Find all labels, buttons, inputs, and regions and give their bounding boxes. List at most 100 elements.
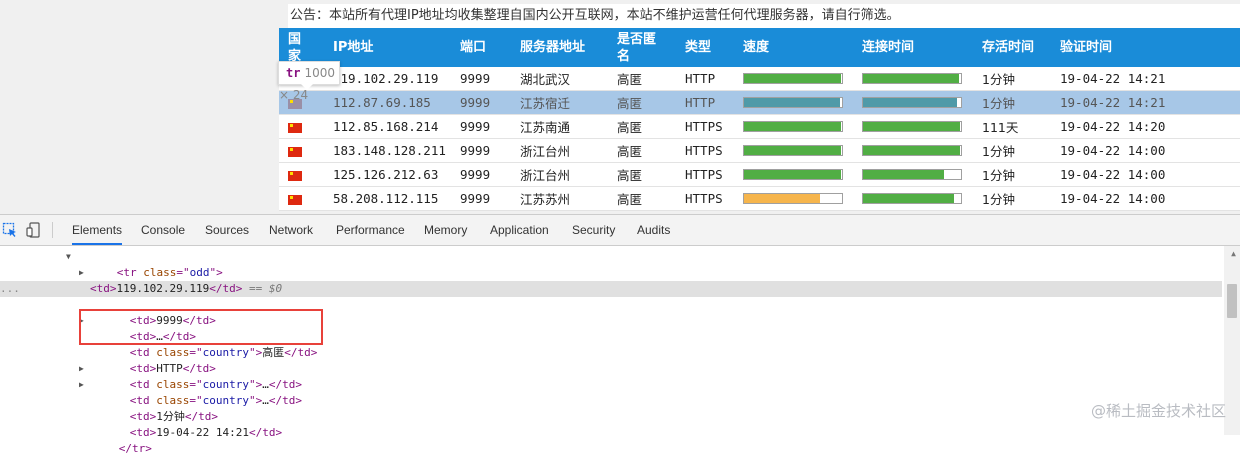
elements-tree: ▼<tr class="odd"> ▶<td class="country">…… xyxy=(0,246,1240,455)
anonymity-cell: 高匿 xyxy=(617,114,685,139)
country-cell xyxy=(279,186,324,211)
speed-bar xyxy=(743,169,843,180)
bar-fill xyxy=(863,74,960,83)
tab-performance[interactable]: Performance xyxy=(336,215,405,245)
ip-cell: 183.148.128.211 xyxy=(324,138,460,163)
ip-cell: 119.102.29.119 xyxy=(324,67,460,91)
dom-node-td-speed[interactable]: ▶ <td class="country">…</td> xyxy=(79,361,302,391)
dom-node-td-alive[interactable]: <td>1分钟</td> xyxy=(90,393,218,423)
table-row[interactable]: 112.85.168.214 9999 江苏南通 高匿 HTTPS 111天 19-04-2… xyxy=(279,114,1240,139)
verify-time-cell: 19-04-22 14:21 xyxy=(1060,90,1240,115)
alive-time-cell: 111天 xyxy=(982,114,1060,139)
dom-node-td-country[interactable]: ▶<td class="country">…</td> xyxy=(79,265,302,295)
bar-fill xyxy=(863,146,961,155)
vertical-scrollbar[interactable]: ▲ xyxy=(1224,246,1240,435)
connect-time-bar xyxy=(862,73,962,84)
china-flag-icon xyxy=(288,146,302,157)
bar-fill xyxy=(863,170,945,179)
watermark: @稀土掘金技术社区 xyxy=(1090,402,1226,420)
anonymity-cell: 高匿 xyxy=(617,90,685,115)
verify-time-cell: 19-04-22 14:00 xyxy=(1060,138,1240,163)
devtools-toolbar: Elements Console Sources Network Perform… xyxy=(0,215,1240,246)
type-cell: HTTP xyxy=(685,90,743,115)
speed-cell xyxy=(743,67,862,91)
port-cell: 9999 xyxy=(460,90,520,115)
table-row[interactable]: 125.126.212.63 9999 浙江台州 高匿 HTTPS 1分钟 19-04-22… xyxy=(279,162,1240,187)
bar-fill xyxy=(863,98,958,107)
ip-cell: 112.85.168.214 xyxy=(324,114,460,139)
table-row[interactable]: 112.87.69.185 9999 江苏宿迁 高匿 HTTP 1分钟 19-04-22 1… xyxy=(279,90,1240,115)
connect-time-bar xyxy=(862,145,962,156)
expand-triangle-icon[interactable]: ▶ xyxy=(79,361,84,377)
tab-memory[interactable]: Memory xyxy=(424,215,467,245)
speed-bar xyxy=(743,145,843,156)
ip-cell: 58.208.112.115 xyxy=(324,186,460,211)
connect-time-bar xyxy=(862,97,962,108)
tab-sources[interactable]: Sources xyxy=(205,215,249,245)
dom-node-td-verified[interactable]: <td>19-04-22 14:21</td> xyxy=(90,409,282,439)
proxy-table: 国家 IP地址 端口 服务器地址 是否匿名 类型 速度 连接时间 存活时间 验证… xyxy=(279,28,1240,211)
connect-time-bar xyxy=(862,121,962,132)
bar-fill xyxy=(744,194,821,203)
header-type: 类型 xyxy=(685,28,743,67)
dom-node-td-type[interactable]: <td>HTTP</td> xyxy=(90,345,216,375)
port-cell: 9999 xyxy=(460,138,520,163)
ip-cell: 112.87.69.185 xyxy=(324,90,460,115)
expand-triangle-icon[interactable]: ▶ xyxy=(79,377,84,393)
bar-fill xyxy=(863,122,961,131)
dom-node-td-connect[interactable]: ▶ <td class="country">…</td> xyxy=(79,377,302,407)
collapse-triangle-icon[interactable]: ▼ xyxy=(66,249,71,265)
inspect-element-icon[interactable] xyxy=(2,222,18,238)
devtools-panel: Elements Console Sources Network Perform… xyxy=(0,214,1240,455)
table-header-row: 国家 IP地址 端口 服务器地址 是否匿名 类型 速度 连接时间 存活时间 验证… xyxy=(279,28,1240,67)
speed-cell xyxy=(743,186,862,211)
speed-cell xyxy=(743,162,862,187)
country-cell xyxy=(279,114,324,139)
scrollbar-thumb[interactable] xyxy=(1227,284,1237,318)
device-toolbar-icon[interactable] xyxy=(26,222,42,238)
speed-cell xyxy=(743,90,862,115)
bar-fill xyxy=(744,74,842,83)
table-row[interactable]: 183.148.128.211 9999 浙江台州 高匿 HTTPS 1分钟 19-04-2… xyxy=(279,138,1240,163)
table-row[interactable]: 119.102.29.119 9999 湖北武汉 高匿 HTTP 1分钟 19-04-22 … xyxy=(279,67,1240,91)
connect-time-bar xyxy=(862,193,962,204)
tab-elements[interactable]: Elements xyxy=(72,215,123,245)
type-cell: HTTPS xyxy=(685,186,743,211)
port-cell: 9999 xyxy=(460,186,520,211)
notice-banner: 公告：本站所有代理IP地址均收集整理自国内公开互联网，本站不维护运营任何代理服务… xyxy=(288,4,1240,28)
header-location: 服务器地址 xyxy=(520,28,617,67)
country-cell xyxy=(279,162,324,187)
verify-time-cell: 19-04-22 14:00 xyxy=(1060,162,1240,187)
tab-application[interactable]: Application xyxy=(490,215,549,245)
element-size-tooltip: tr 1000 × 24 xyxy=(278,61,340,102)
header-ip: IP地址 xyxy=(324,28,460,67)
location-cell: 江苏宿迁 xyxy=(520,90,617,115)
tab-network[interactable]: Network xyxy=(269,215,313,245)
dom-node-tr-close[interactable]: </tr> xyxy=(79,425,152,455)
table-row[interactable]: 58.208.112.115 9999 江苏苏州 高匿 HTTPS 1分钟 19-04-22… xyxy=(279,186,1240,211)
dom-node-tr[interactable]: ▼ <tr class="odd"> xyxy=(66,249,223,279)
port-cell: 9999 xyxy=(460,114,520,139)
tab-console[interactable]: Console xyxy=(141,215,185,245)
tab-audits[interactable]: Audits xyxy=(637,215,670,245)
speed-bar xyxy=(743,193,843,204)
china-flag-icon xyxy=(288,122,302,133)
location-cell: 江苏苏州 xyxy=(520,186,617,211)
dom-node-td-ip-selected[interactable]: ... <td>119.102.29.119</td> == $0 xyxy=(0,281,1222,297)
tab-security[interactable]: Security xyxy=(572,215,615,245)
connect-time-cell xyxy=(862,162,982,187)
bar-fill xyxy=(744,146,842,155)
type-cell: HTTPS xyxy=(685,138,743,163)
location-cell: 浙江台州 xyxy=(520,138,617,163)
location-cell: 江苏南通 xyxy=(520,114,617,139)
anonymity-cell: 高匿 xyxy=(617,162,685,187)
alive-time-cell: 1分钟 xyxy=(982,90,1060,115)
scroll-up-arrow-icon[interactable]: ▲ xyxy=(1231,249,1236,258)
verify-time-cell: 19-04-22 14:21 xyxy=(1060,67,1240,91)
connect-time-cell xyxy=(862,90,982,115)
alive-time-cell: 1分钟 xyxy=(982,67,1060,91)
location-cell: 湖北武汉 xyxy=(520,67,617,91)
expand-triangle-icon[interactable]: ▶ xyxy=(79,265,84,281)
header-speed: 速度 xyxy=(743,28,862,67)
verify-time-cell: 19-04-22 14:00 xyxy=(1060,186,1240,211)
